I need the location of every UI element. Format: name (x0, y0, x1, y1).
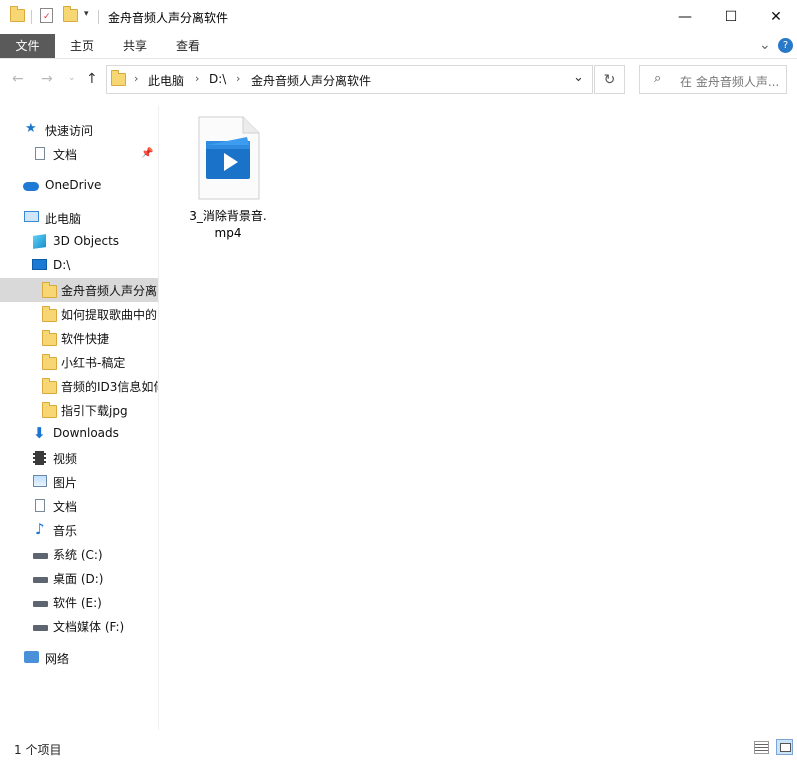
search-input[interactable]: ⌕ 在 金舟音频人声... (639, 65, 787, 94)
tab-share[interactable]: 共享 (110, 34, 160, 58)
computer-icon (24, 211, 39, 222)
folder-icon (42, 354, 57, 370)
breadcrumb-separator-icon[interactable]: › (195, 72, 199, 85)
download-icon: ⬇ (33, 424, 46, 442)
nav-item-drive-d[interactable]: D:\ (0, 254, 158, 278)
up-arrow-icon[interactable]: ↑ (86, 71, 98, 87)
expand-ribbon-icon[interactable]: ⌄ (759, 37, 771, 53)
nav-item-folder[interactable]: 如何提取歌曲中的 (0, 302, 158, 326)
nav-item-folder[interactable]: 小红书-稿定 (0, 350, 158, 374)
nav-item-folder[interactable]: 音频的ID3信息如何 (0, 374, 158, 398)
nav-item-drive-f[interactable]: 文档媒体 (F:) (0, 614, 158, 638)
nav-item-documents-pinned[interactable]: 文档 📌 (0, 142, 158, 166)
video-file-icon (198, 116, 260, 200)
details-view-icon[interactable] (754, 741, 769, 754)
new-folder-icon[interactable] (63, 6, 78, 22)
status-bar: 1 个项目 (0, 736, 797, 760)
help-icon[interactable]: ? (778, 38, 793, 53)
close-button[interactable]: ✕ (753, 0, 797, 34)
nav-item-folder[interactable]: 软件快捷 (0, 326, 158, 350)
separator (98, 10, 99, 24)
refresh-button[interactable]: ↻ (594, 65, 625, 94)
breadcrumb-drive-d[interactable]: D:\ (209, 72, 226, 86)
nav-item-drive-c[interactable]: 系统 (C:) (0, 542, 158, 566)
star-icon: ★ (25, 121, 37, 136)
cloud-icon (23, 182, 39, 191)
cube-icon (33, 234, 46, 249)
folder-icon (42, 402, 57, 418)
nav-item-current-folder[interactable]: 金舟音频人声分离 (0, 278, 158, 302)
navigation-pane: ★ 快速访问 文档 📌 OneDrive 此电脑 3D Objects D:\ … (0, 105, 158, 730)
nav-item-pictures[interactable]: 图片 (0, 470, 158, 494)
window-title: 金舟音频人声分离软件 (108, 11, 229, 25)
large-icons-view-icon[interactable] (776, 739, 793, 755)
nav-item-this-pc[interactable]: 此电脑 (0, 206, 158, 230)
nav-item-folder[interactable]: 指引下载jpg (0, 398, 158, 422)
breadcrumb-current-folder[interactable]: 金舟音频人声分离软件 (251, 72, 371, 89)
nav-item-music[interactable]: ♪ 音乐 (0, 518, 158, 542)
maximize-button[interactable]: ☐ (708, 0, 754, 34)
folder-icon (42, 330, 57, 346)
nav-item-network[interactable]: 网络 (0, 646, 158, 670)
forward-arrow-icon[interactable]: → (41, 71, 53, 87)
search-placeholder: 在 金舟音频人声... (680, 75, 780, 89)
back-arrow-icon[interactable]: ← (12, 71, 24, 87)
document-icon (35, 499, 45, 512)
minimize-button[interactable]: — (662, 0, 708, 34)
tab-home[interactable]: 主页 (57, 34, 107, 58)
pane-divider[interactable] (158, 105, 159, 730)
file-name-line2: mp4 (214, 226, 242, 240)
item-count: 1 个项目 (14, 743, 62, 757)
nav-item-quick-access[interactable]: ★ 快速访问 (0, 118, 158, 142)
network-icon (24, 651, 39, 663)
folder-icon (42, 282, 57, 298)
address-dropdown-icon[interactable]: ⌄ (573, 70, 584, 85)
nav-item-documents[interactable]: 文档 (0, 494, 158, 518)
breadcrumb-this-pc[interactable]: 此电脑 (148, 72, 184, 89)
drive-icon (33, 553, 48, 559)
nav-item-3d-objects[interactable]: 3D Objects (0, 230, 158, 254)
nav-item-downloads[interactable]: ⬇ Downloads (0, 422, 158, 446)
nav-item-videos[interactable]: 视频 (0, 446, 158, 470)
folder-icon (111, 70, 126, 86)
breadcrumb-separator-icon[interactable]: › (134, 72, 138, 85)
nav-item-drive-e[interactable]: 软件 (E:) (0, 590, 158, 614)
ribbon-tabs: 文件 主页 共享 查看 ⌄ ? (0, 34, 797, 59)
drive-icon (33, 625, 48, 631)
folder-icon (42, 378, 57, 394)
breadcrumb-separator-icon[interactable]: › (236, 72, 240, 85)
quick-access-dropdown-icon[interactable]: ▾ (84, 9, 89, 19)
document-icon (35, 147, 45, 160)
tab-file[interactable]: 文件 (0, 34, 55, 58)
address-bar[interactable]: › 此电脑 › D:\ › 金舟音频人声分离软件 ⌄ (106, 65, 593, 94)
nav-item-onedrive[interactable]: OneDrive (0, 174, 158, 198)
picture-icon (33, 475, 47, 487)
drive-icon (33, 601, 48, 607)
folder-icon (42, 306, 57, 322)
nav-item-drive-d-desktop[interactable]: 桌面 (D:) (0, 566, 158, 590)
separator (31, 10, 32, 24)
properties-icon[interactable]: ✓ (40, 8, 53, 23)
tab-view[interactable]: 查看 (163, 34, 213, 58)
music-icon: ♪ (35, 520, 45, 538)
folder-icon (10, 6, 25, 22)
drive-icon (33, 577, 48, 583)
file-name-line1: 3_消除背景音. (189, 209, 267, 223)
monitor-icon (32, 259, 47, 270)
recent-locations-icon[interactable]: ⌄ (68, 73, 76, 83)
pin-icon: 📌 (141, 148, 154, 159)
title-bar: ✓ ▾ 金舟音频人声分离软件 — ☐ ✕ (0, 0, 797, 34)
search-icon: ⌕ (654, 71, 662, 86)
file-item[interactable]: 3_消除背景音. mp4 (188, 115, 268, 245)
film-icon (33, 451, 46, 465)
